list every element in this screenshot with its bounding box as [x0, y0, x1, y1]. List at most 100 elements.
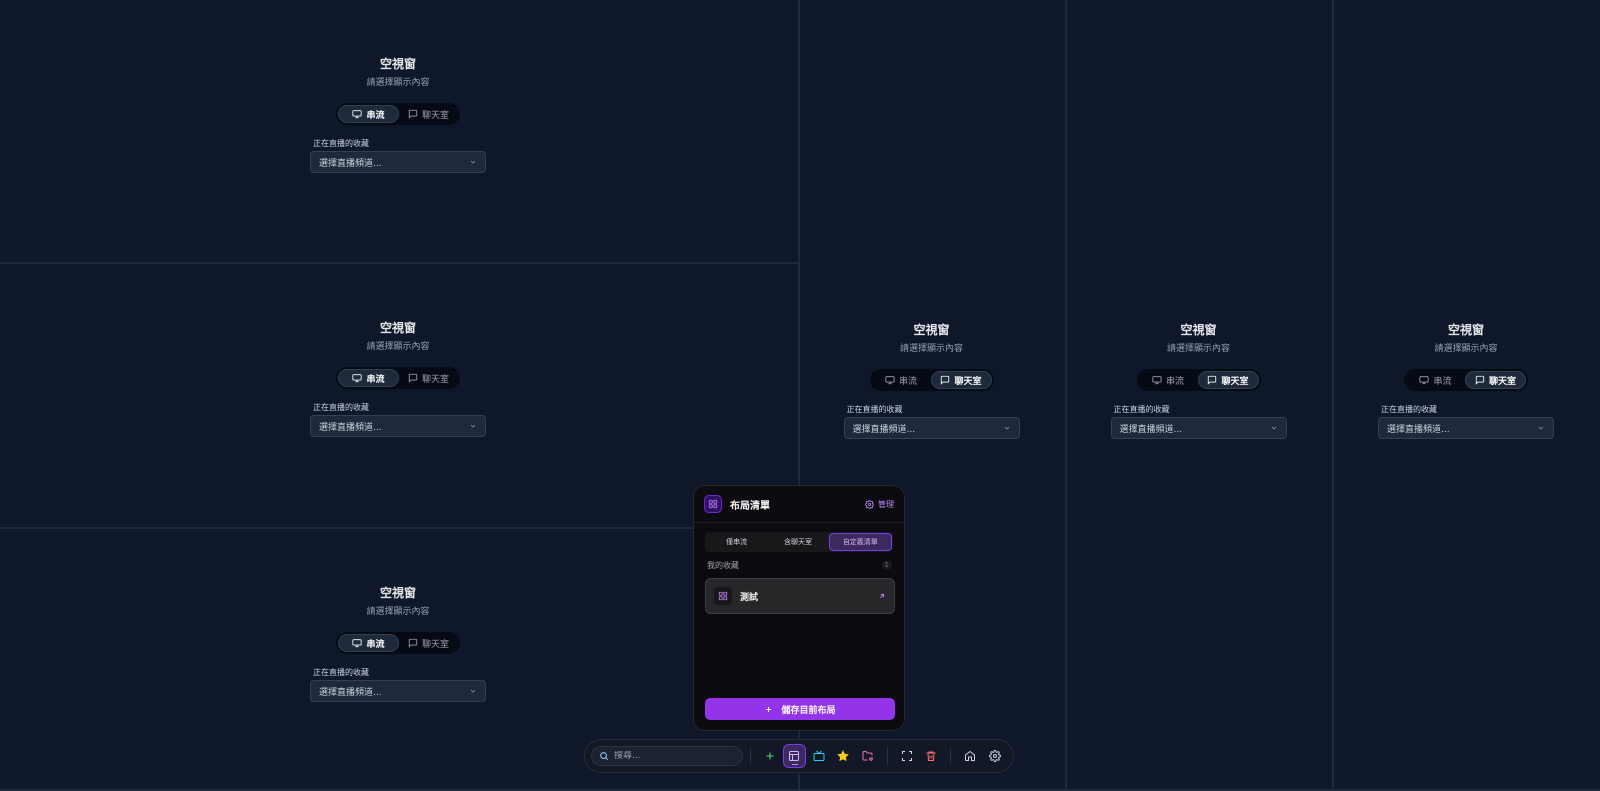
live-favorites-label: 正在直播的收藏 — [846, 405, 903, 414]
stream-tab[interactable]: 串流 — [1139, 371, 1198, 389]
content-type-toggle: 串流 聊天室 — [869, 369, 994, 391]
stream-tab[interactable]: 串流 — [338, 634, 399, 652]
search-input[interactable] — [614, 751, 734, 761]
chat-icon — [1475, 375, 1485, 385]
chat-tab[interactable]: 聊天室 — [1197, 371, 1259, 389]
empty-pane-content: 空視窗 請選擇顯示內容 串流 聊天室 正在直播的收藏 選擇直播頻道... — [310, 320, 486, 437]
gear-icon — [988, 750, 1001, 762]
pane-subtitle: 請選擇顯示內容 — [1166, 344, 1230, 354]
stream-tab-label: 串流 — [366, 374, 385, 385]
pane-subtitle: 請選擇顯示內容 — [366, 78, 430, 88]
favorites-button[interactable] — [832, 744, 854, 768]
pane-title: 空視窗 — [379, 321, 416, 335]
pane-5: 空視窗 請選擇顯示內容 串流 聊天室 正在直播的收藏 選擇直播頻道... — [1067, 0, 1334, 791]
chat-tab[interactable]: 聊天室 — [399, 105, 458, 123]
channel-select[interactable]: 選擇直播頻道... — [310, 680, 486, 702]
chevron-down-icon — [470, 160, 476, 164]
chat-icon — [941, 375, 950, 385]
stream-tab-label: 串流 — [366, 110, 385, 121]
layout-item-name: 測試 — [740, 592, 759, 603]
fullscreen-button[interactable] — [896, 744, 918, 768]
home-button[interactable] — [959, 744, 981, 768]
pane-title: 空視窗 — [379, 586, 416, 600]
stream-tab[interactable]: 串流 — [338, 105, 399, 123]
chat-icon — [408, 109, 418, 119]
monitor-icon — [1152, 376, 1162, 385]
gear-icon — [865, 499, 874, 509]
chat-tab[interactable]: 聊天室 — [930, 371, 992, 389]
star-icon — [837, 750, 850, 762]
stream-tab[interactable]: 串流 — [338, 369, 399, 387]
save-current-layout-button[interactable]: 儲存目前布局 — [705, 698, 895, 720]
pane-2: 空視窗 請選擇顯示內容 串流 聊天室 正在直播的收藏 選擇直播頻道... — [0, 264, 800, 529]
layout-button[interactable] — [783, 744, 806, 768]
chevron-down-icon — [470, 424, 476, 428]
monitor-icon — [352, 639, 363, 648]
home-icon — [965, 750, 976, 761]
live-favorites-label: 正在直播的收藏 — [313, 668, 369, 677]
stream-tab-label: 串流 — [898, 376, 917, 387]
chevron-down-icon — [1004, 426, 1009, 430]
folder-favorites-button[interactable] — [856, 744, 878, 768]
pane-title: 空視窗 — [379, 57, 416, 71]
add-button[interactable] — [759, 744, 781, 768]
chat-tab[interactable]: 聊天室 — [1465, 371, 1526, 389]
monitor-icon — [1419, 376, 1430, 385]
empty-pane-content: 空視窗 請選擇顯示內容 串流 聊天室 正在直播的收藏 選擇直播頻道... — [310, 585, 486, 702]
stream-tab-label: 串流 — [1433, 376, 1452, 387]
chat-icon — [408, 373, 418, 383]
channel-select-placeholder: 選擇直播頻道... — [852, 424, 916, 435]
live-favorites-label: 正在直播的收藏 — [1113, 405, 1170, 414]
arrow-up-right-icon[interactable] — [878, 592, 886, 600]
tab-stream-only[interactable]: 僅串流 — [706, 533, 767, 551]
tab-custom-list[interactable]: 自定義清單 — [828, 533, 892, 551]
chevron-down-icon — [470, 689, 476, 693]
tv-button[interactable] — [808, 744, 830, 768]
search-box — [591, 746, 743, 766]
stream-tab-label: 串流 — [1165, 376, 1184, 387]
channel-select[interactable]: 選擇直播頻道... — [1110, 417, 1287, 439]
layout-grid-icon — [704, 495, 722, 513]
channel-select[interactable]: 選擇直播頻道... — [1378, 417, 1554, 439]
layout-list-item[interactable]: 測試 — [705, 578, 895, 614]
empty-pane-content: 空視窗 請選擇顯示內容 串流 聊天室 正在直播的收藏 選擇直播頻道... — [843, 322, 1020, 439]
manage-label: 管理 — [878, 499, 894, 509]
chat-tab-label: 聊天室 — [421, 639, 449, 650]
monitor-icon — [352, 110, 363, 119]
channel-select[interactable]: 選擇直播頻道... — [310, 151, 486, 173]
chat-tab[interactable]: 聊天室 — [399, 369, 458, 387]
channel-select[interactable]: 選擇直播頻道... — [310, 415, 486, 437]
channel-select[interactable]: 選擇直播頻道... — [843, 417, 1020, 439]
tab-with-chat[interactable]: 含聊天室 — [767, 533, 828, 551]
favorites-section-label: 我的收藏 — [707, 560, 739, 570]
pane-subtitle: 請選擇顯示內容 — [366, 342, 430, 352]
chat-tab[interactable]: 聊天室 — [399, 634, 458, 652]
chevron-down-icon — [1271, 426, 1276, 430]
pane-1: 空視窗 請選擇顯示內容 串流 聊天室 正在直播的收藏 選擇直播頻道... — [0, 0, 800, 264]
live-favorites-label: 正在直播的收藏 — [313, 139, 369, 148]
toolbar-divider — [749, 748, 751, 764]
pane-title: 空視窗 — [913, 323, 950, 337]
chat-tab-label: 聊天室 — [954, 376, 982, 387]
toolbar-divider — [886, 748, 888, 764]
monitor-icon — [885, 376, 895, 385]
channel-select-placeholder: 選擇直播頻道... — [319, 422, 382, 433]
pane-title: 空視窗 — [1447, 323, 1484, 337]
stream-tab[interactable]: 串流 — [1406, 371, 1465, 389]
bottom-toolbar — [584, 739, 1014, 773]
popover-header: 布局清單 管理 — [704, 494, 894, 514]
manage-button[interactable]: 管理 — [865, 499, 894, 510]
settings-button[interactable] — [984, 744, 1006, 768]
chevron-down-icon — [1538, 426, 1544, 430]
save-layout-label: 儲存目前布局 — [781, 705, 836, 716]
chat-tab-label: 聊天室 — [1488, 376, 1516, 387]
empty-pane-content: 空視窗 請選擇顯示內容 串流 聊天室 正在直播的收藏 選擇直播頻道... — [1378, 322, 1554, 439]
pane-title: 空視窗 — [1180, 323, 1217, 337]
tv-icon — [813, 750, 825, 761]
content-type-toggle: 串流 聊天室 — [336, 367, 460, 389]
live-favorites-label: 正在直播的收藏 — [313, 403, 369, 412]
popover-title: 布局清單 — [730, 500, 770, 512]
clear-button[interactable] — [920, 744, 942, 768]
stream-tab[interactable]: 串流 — [872, 371, 931, 389]
pane-6: 空視窗 請選擇顯示內容 串流 聊天室 正在直播的收藏 選擇直播頻道... — [1334, 0, 1600, 791]
